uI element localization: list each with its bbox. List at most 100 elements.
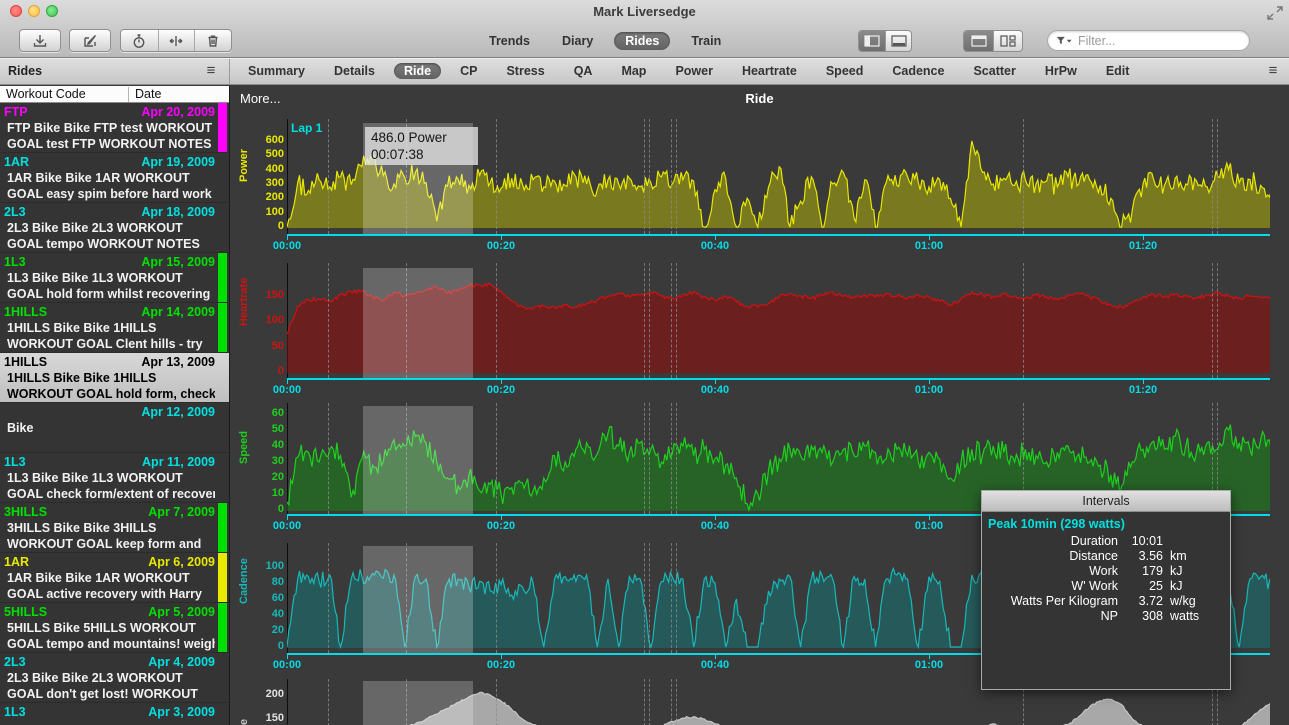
view-tab-edit[interactable]: Edit	[1096, 63, 1140, 79]
ride-desc-line: GOAL hold form whilst recovering	[7, 287, 215, 301]
window-chrome: Mark Liversedge	[0, 0, 1289, 58]
ride-desc-line: Bike	[7, 421, 215, 435]
x-tick-label: 00:40	[693, 384, 737, 396]
lap-marker-line	[671, 263, 672, 378]
ride-desc-line: 1HILLS Bike Bike 1HILLS	[7, 321, 215, 335]
interval-detail-row: Distance3.56km	[982, 549, 1230, 564]
view-tab-power[interactable]: Power	[665, 63, 723, 79]
column-date[interactable]: Date	[128, 87, 161, 102]
content: Workout Code Date FTPApr 20, 2009FTP Bik…	[0, 86, 1289, 725]
ride-list-item[interactable]: 1ARApr 19, 20091AR Bike Bike 1AR WORKOUT…	[0, 153, 229, 203]
interval-selection-region[interactable]	[363, 268, 473, 378]
ride-desc-line: WORKOUT GOAL hold form, check	[7, 387, 215, 401]
ride-list-item[interactable]: 1HILLSApr 14, 20091HILLS Bike Bike 1HILL…	[0, 303, 229, 353]
ride-list-item[interactable]: 1HILLSApr 13, 20091HILLS Bike Bike 1HILL…	[0, 353, 229, 403]
view-tab-ride[interactable]: Ride	[394, 63, 441, 79]
interval-selection-region[interactable]	[363, 406, 473, 514]
main-tab-trends[interactable]: Trends	[478, 32, 541, 50]
view-tabstrip: Rides ≡ SummaryDetailsRideCPStressQAMapP…	[0, 58, 1289, 85]
ride-desc-line: 1HILLS Bike Bike 1HILLS	[7, 371, 215, 385]
ride-list-item[interactable]: Apr 12, 2009Bike	[0, 403, 229, 453]
tiled-view-icon	[1000, 35, 1016, 47]
ride-list-item[interactable]: 5HILLSApr 5, 20095HILLS Bike 5HILLS WORK…	[0, 603, 229, 653]
ride-list-item[interactable]: 2L3Apr 18, 20092L3 Bike Bike 2L3 WORKOUT…	[0, 203, 229, 253]
tabbed-view-button[interactable]	[964, 31, 993, 51]
ride-chart-panel[interactable]: More... Ride Power010020030040050060000:…	[230, 86, 1289, 725]
y-tick: 100	[250, 560, 284, 573]
split-arrows-icon	[168, 33, 184, 49]
bottom-panel-icon	[891, 35, 907, 47]
lap-marker-line	[328, 679, 329, 725]
bottombar-toggle-button[interactable]	[885, 31, 911, 51]
view-tab-map[interactable]: Map	[611, 63, 656, 79]
window-titlebar[interactable]: Mark Liversedge	[0, 0, 1289, 22]
y-tick: 60	[250, 592, 284, 605]
interval-heading[interactable]: Peak 10min (298 watts)	[988, 517, 1230, 531]
main-tab-rides[interactable]: Rides	[614, 32, 670, 50]
y-tick: 150	[250, 289, 284, 302]
stopwatch-button[interactable]	[121, 30, 158, 51]
y-axis-label-speed: Speed	[238, 448, 250, 464]
y-tick: 10	[250, 487, 284, 500]
save-ride-button[interactable]	[19, 29, 61, 52]
single-view-icon	[971, 35, 987, 47]
lap-marker-line	[644, 679, 645, 725]
ride-list-item[interactable]: 1L3Apr 3, 2009	[0, 703, 229, 725]
lap-marker-line	[649, 263, 650, 378]
filter-input[interactable]	[1076, 33, 1241, 49]
y-tick: 80	[250, 576, 284, 589]
intensity-bar	[218, 503, 227, 552]
view-tab-hrpw[interactable]: HrPw	[1035, 63, 1087, 79]
ride-list-item[interactable]: FTPApr 20, 2009FTP Bike Bike FTP test WO…	[0, 103, 229, 153]
y-tick: 0	[250, 220, 284, 233]
ride-desc-line: 1AR Bike Bike 1AR WORKOUT	[7, 171, 215, 185]
sidebar-menu-icon[interactable]: ≡	[203, 63, 219, 79]
ride-date: Apr 19, 2009	[141, 155, 215, 169]
split-ride-button[interactable]	[158, 30, 195, 51]
ride-list-item[interactable]: 1ARApr 6, 20091AR Bike Bike 1AR WORKOUTG…	[0, 553, 229, 603]
view-tab-speed[interactable]: Speed	[816, 63, 874, 79]
view-tab-cadence[interactable]: Cadence	[882, 63, 954, 79]
ride-list-item[interactable]: 1L3Apr 15, 20091L3 Bike Bike 1L3 WORKOUT…	[0, 253, 229, 303]
delete-ride-button[interactable]	[194, 30, 231, 51]
window-title: Mark Liversedge	[0, 4, 1289, 19]
view-tab-summary[interactable]: Summary	[238, 63, 315, 79]
ride-desc-line: GOAL check form/extent of recovery	[7, 487, 215, 501]
x-tick-label: 00:00	[265, 384, 309, 396]
hover-tooltip: 486.0 Power 00:07:38	[365, 127, 478, 165]
ride-desc-line: GOAL active recovery with Harry	[7, 587, 215, 601]
view-tab-scatter[interactable]: Scatter	[963, 63, 1025, 79]
column-workout-code[interactable]: Workout Code	[6, 87, 86, 101]
rides-sidebar: Workout Code Date FTPApr 20, 2009FTP Bik…	[0, 86, 230, 725]
main-tab-diary[interactable]: Diary	[551, 32, 604, 50]
tiled-view-button[interactable]	[993, 31, 1022, 51]
edit-ride-button[interactable]	[69, 29, 111, 52]
view-tab-details[interactable]: Details	[324, 63, 385, 79]
ride-desc-line: 5HILLS Bike 5HILLS WORKOUT	[7, 621, 215, 635]
main-tab-train[interactable]: Train	[680, 32, 732, 50]
sidebar-toggle-button[interactable]	[859, 31, 885, 51]
lap-marker-line	[649, 543, 650, 653]
lap-marker-line	[496, 263, 497, 378]
chart-title: Ride	[230, 91, 1289, 106]
y-tick: 20	[250, 624, 284, 637]
view-tab-heartrate[interactable]: Heartrate	[732, 63, 807, 79]
view-tab-cp[interactable]: CP	[450, 63, 487, 79]
ride-list-item[interactable]: 3HILLSApr 7, 20093HILLS Bike Bike 3HILLS…	[0, 503, 229, 553]
view-tab-stress[interactable]: Stress	[496, 63, 554, 79]
ride-list-item[interactable]: 2L3Apr 4, 20092L3 Bike Bike 2L3 WORKOUTG…	[0, 653, 229, 703]
ride-list-item[interactable]: 1L3Apr 11, 20091L3 Bike Bike 1L3 WORKOUT…	[0, 453, 229, 503]
chart-menu-icon[interactable]: ≡	[1265, 63, 1281, 79]
interval-selection-region[interactable]	[363, 681, 473, 725]
intensity-bar	[218, 103, 227, 152]
toolbar: Trends Diary Rides Train	[0, 22, 1289, 58]
lap-marker-line	[644, 543, 645, 653]
interval-selection-region[interactable]	[363, 546, 473, 653]
filter-field[interactable]	[1047, 30, 1250, 51]
view-tab-qa[interactable]: QA	[564, 63, 603, 79]
intervals-popup-titlebar[interactable]: Intervals	[982, 491, 1230, 512]
tooltip-value: 486.0 Power	[371, 129, 472, 146]
lap-marker-line	[1023, 263, 1024, 378]
fullscreen-icon[interactable]	[1267, 6, 1283, 20]
chevron-down-icon	[1066, 38, 1072, 44]
